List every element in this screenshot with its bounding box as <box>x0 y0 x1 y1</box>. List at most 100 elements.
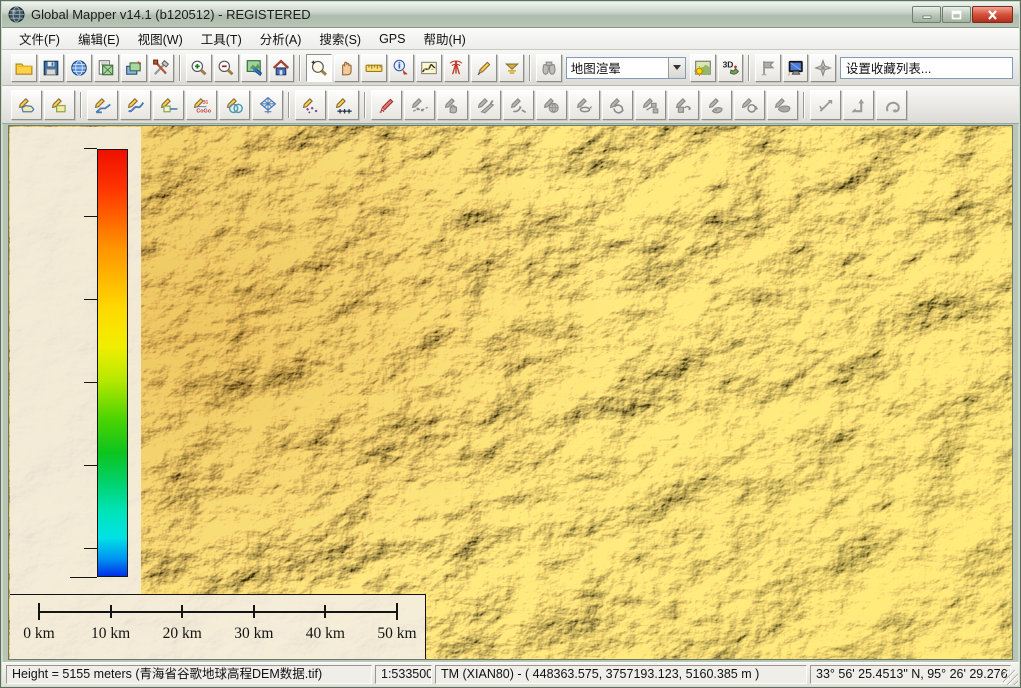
create-line-from-rectangle-button[interactable] <box>153 90 184 120</box>
swirl-edit-button <box>734 90 765 120</box>
window-title: Global Mapper v14.1 (b120512) - REGISTER… <box>31 7 912 22</box>
create-cogo-feature-button[interactable]: 36CoGo <box>186 90 217 120</box>
shader-select[interactable]: 地图渲晕 <box>566 57 687 79</box>
rotate-feature-button <box>602 90 633 120</box>
scale-bar-label: 10 km <box>81 625 141 643</box>
hand-icon <box>337 59 355 77</box>
more-tools-dropdown-button[interactable] <box>499 54 525 82</box>
threed-icon: 3D <box>722 59 740 77</box>
path-profile-tool-button[interactable] <box>416 54 442 82</box>
zoom-in-button[interactable] <box>186 54 212 82</box>
create-area-feature-button[interactable] <box>11 90 42 120</box>
legend-tick-mark <box>84 465 97 466</box>
create-freehand-line-button[interactable] <box>120 90 151 120</box>
restore-button[interactable] <box>942 6 971 23</box>
gray-hook-arrow-icon <box>510 96 528 114</box>
scale-bar-label: 20 km <box>152 625 212 643</box>
menu-tools[interactable]: 工具(T) <box>192 27 251 50</box>
pencil-rectline-icon <box>160 96 178 114</box>
resize-grip[interactable] <box>1003 670 1018 685</box>
svg-text:36: 36 <box>202 99 208 105</box>
3d-view-button[interactable]: 3D <box>718 54 744 82</box>
scale-bar-tick <box>396 603 398 620</box>
gray-arrow-ne-icon <box>817 96 835 114</box>
screen-capture-button[interactable]: i <box>783 54 809 82</box>
pan-tool-button[interactable] <box>334 54 360 82</box>
elevation-gradient-bar <box>97 149 128 577</box>
pencil-circle-icon <box>226 96 244 114</box>
menu-help[interactable]: 帮助(H) <box>414 27 474 50</box>
move-feature-button <box>810 90 841 120</box>
digitizer-tool-button[interactable] <box>471 54 497 82</box>
magnifier-plus-icon <box>190 59 208 77</box>
scale-bar-tick <box>38 603 40 620</box>
shader-select-dropdown-arrow[interactable] <box>668 58 685 78</box>
antenna-tower-icon <box>447 59 465 77</box>
toolbar-separator <box>529 55 531 81</box>
status-latlon-position: 33° 56' 25.4513" N, 95° 26' 29.2761" E <box>810 665 1011 684</box>
status-bar: Height = 5155 meters (青海省谷歌地球高程DEM数据.tif… <box>2 662 1019 686</box>
zoom-tool-button[interactable] <box>306 54 332 82</box>
feature-info-tool-button[interactable] <box>389 54 415 82</box>
menu-search[interactable]: 搜索(S) <box>310 27 370 50</box>
menu-edit[interactable]: 编辑(E) <box>69 27 129 50</box>
toolbar-separator <box>803 92 805 118</box>
open-file-button[interactable] <box>11 54 37 82</box>
main-toolbar: 地图渲晕 3D i <box>2 50 1019 86</box>
menu-file[interactable]: 文件(F) <box>10 27 69 50</box>
create-point-feature-button[interactable] <box>295 90 326 120</box>
gps-star-tool-button <box>810 54 836 82</box>
zoom-to-data-button[interactable] <box>241 54 267 82</box>
magnifier-minus-icon <box>217 59 235 77</box>
view-shed-tool-button[interactable] <box>444 54 470 82</box>
configuration-button[interactable] <box>149 54 175 82</box>
map-view[interactable]: 6,822 m6,000 m5,000 m4,000 m3,000 m2,000… <box>8 125 1013 660</box>
legend-bottom-tick <box>70 577 97 578</box>
create-circle-feature-button[interactable] <box>219 90 250 120</box>
gray-arrow-up-turn-icon <box>850 96 868 114</box>
menu-analysis[interactable]: 分析(A) <box>251 27 311 50</box>
download-online-data-button[interactable] <box>66 54 92 82</box>
overlay-control-button[interactable] <box>121 54 147 82</box>
lift-feature-button <box>843 90 874 120</box>
favorites-input[interactable] <box>840 57 1013 79</box>
image-arrow-icon <box>245 59 263 77</box>
scale-bar-tick <box>181 605 183 618</box>
gray-undo-curl-icon <box>883 96 901 114</box>
menu-gps[interactable]: GPS <box>370 30 414 48</box>
gray-building-link-icon <box>642 96 660 114</box>
triangle-down-icon <box>503 59 521 77</box>
menu-view[interactable]: 视图(W) <box>129 27 192 50</box>
pencil-area-icon <box>18 96 36 114</box>
scale-bar-tick <box>324 605 326 618</box>
shader-options-button[interactable] <box>690 54 716 82</box>
control-center-button[interactable] <box>94 54 120 82</box>
toolbar-separator <box>179 55 181 81</box>
toolbar-separator <box>748 55 750 81</box>
scale-bar-tick <box>253 605 255 618</box>
gray-grab-hand-icon <box>444 96 462 114</box>
snap-vertex-button <box>503 90 534 120</box>
legend-tick-mark <box>84 548 97 549</box>
create-range-rings-button[interactable] <box>371 90 402 120</box>
flag-icon <box>759 59 777 77</box>
legend-tick-mark <box>84 382 97 383</box>
zoom-out-button[interactable] <box>214 54 240 82</box>
create-rectangle-area-button[interactable] <box>44 90 75 120</box>
scale-bar-tick <box>110 605 112 618</box>
menu-bar: 文件(F)编辑(E)视图(W)工具(T)分析(A)搜索(S)GPS帮助(H) <box>2 28 1019 50</box>
close-button[interactable] <box>972 6 1013 23</box>
full-view-button[interactable] <box>269 54 295 82</box>
toolbar-separator <box>299 55 301 81</box>
pencil-icon <box>475 59 493 77</box>
create-line-feature-button[interactable] <box>87 90 118 120</box>
gray-knife-icon <box>477 96 495 114</box>
create-line-vertices-button[interactable] <box>328 90 359 120</box>
folder-icon <box>15 59 33 77</box>
measure-tool-button[interactable] <box>361 54 387 82</box>
flag-tool-button <box>755 54 781 82</box>
minimize-button[interactable] <box>912 6 941 23</box>
create-grid-feature-button[interactable] <box>252 90 283 120</box>
profile-chart-icon <box>420 59 438 77</box>
save-button[interactable] <box>39 54 65 82</box>
